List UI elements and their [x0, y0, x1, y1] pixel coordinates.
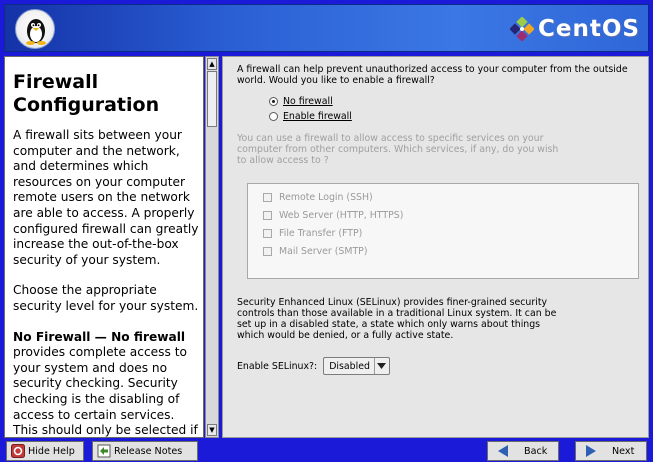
checkbox-icon[interactable]	[263, 247, 272, 256]
arrow-right-icon	[584, 444, 598, 458]
centos-brand: CentOS	[510, 13, 640, 45]
scroll-up-arrow-icon[interactable]: ▲	[207, 58, 217, 70]
help-icon	[11, 444, 25, 458]
help-title: Firewall Configuration	[13, 71, 160, 116]
release-notes-button[interactable]: Release Notes	[92, 441, 198, 461]
checkbox-icon[interactable]	[263, 193, 272, 202]
service-item-ftp[interactable]: File Transfer (FTP)	[263, 228, 362, 239]
radio-label: Enable firewall	[283, 111, 352, 122]
next-button[interactable]: Next	[575, 441, 647, 461]
button-label: Next	[612, 445, 635, 457]
help-content: Firewall Configuration A firewall sits b…	[13, 71, 201, 438]
selinux-selected-value: Disabled	[329, 360, 370, 372]
centos-symbol-icon	[510, 17, 535, 41]
button-label: Hide Help	[28, 445, 75, 457]
radio-enable-firewall[interactable]: Enable firewall	[269, 111, 352, 122]
hide-help-button[interactable]: Hide Help	[6, 441, 84, 461]
service-item-web[interactable]: Web Server (HTTP, HTTPS)	[263, 210, 403, 221]
service-item-ssh[interactable]: Remote Login (SSH)	[263, 192, 373, 203]
brand-name: CentOS	[538, 16, 640, 42]
radio-no-firewall[interactable]: No firewall	[269, 96, 333, 107]
help-paragraph: No Firewall — No firewall provides compl…	[13, 329, 201, 438]
button-label: Back	[524, 445, 548, 457]
firewall-settings-panel: A firewall can help prevent unauthorized…	[222, 56, 649, 438]
checkbox-icon[interactable]	[263, 229, 272, 238]
selinux-description: Security Enhanced Linux (SELinux) provid…	[237, 297, 557, 341]
installer-banner: CentOS	[4, 4, 649, 52]
button-label: Release Notes	[114, 445, 183, 457]
tux-penguin-icon	[15, 9, 55, 49]
selinux-row: Enable SELinux?: Disabled	[237, 357, 390, 375]
chevron-down-icon[interactable]	[373, 358, 389, 374]
scrollbar-thumb[interactable]	[207, 71, 217, 127]
service-label: Mail Server (SMTP)	[279, 246, 368, 257]
service-label: File Transfer (FTP)	[279, 228, 363, 239]
service-label: Remote Login (SSH)	[279, 192, 373, 203]
help-bold-term: No Firewall — No firewall	[13, 329, 186, 344]
help-scrollbar[interactable]: ▲ ▼	[205, 56, 219, 438]
services-list: Remote Login (SSH) Web Server (HTTP, HTT…	[247, 183, 639, 279]
services-description: You can use a firewall to allow access t…	[237, 133, 559, 166]
back-button[interactable]: Back	[487, 441, 559, 461]
release-notes-icon	[97, 444, 111, 458]
selinux-dropdown[interactable]: Disabled	[323, 357, 390, 375]
checkbox-icon[interactable]	[263, 211, 272, 220]
help-panel: Firewall Configuration A firewall sits b…	[4, 56, 204, 438]
help-paragraph: A firewall sits between your computer an…	[13, 128, 199, 267]
arrow-left-icon	[496, 444, 510, 458]
help-paragraph-text: provides complete access to your system …	[13, 345, 198, 438]
radio-unselected-icon[interactable]	[269, 112, 278, 121]
help-paragraph: Choose the appropriate security level fo…	[13, 283, 199, 313]
firewall-intro-text: A firewall can help prevent unauthorized…	[237, 64, 628, 86]
selinux-label: Enable SELinux?:	[237, 360, 318, 372]
radio-label: No firewall	[283, 96, 333, 107]
scroll-down-arrow-icon[interactable]: ▼	[207, 424, 217, 436]
service-item-smtp[interactable]: Mail Server (SMTP)	[263, 246, 367, 257]
radio-selected-icon[interactable]	[269, 97, 278, 106]
service-label: Web Server (HTTP, HTTPS)	[279, 210, 404, 221]
